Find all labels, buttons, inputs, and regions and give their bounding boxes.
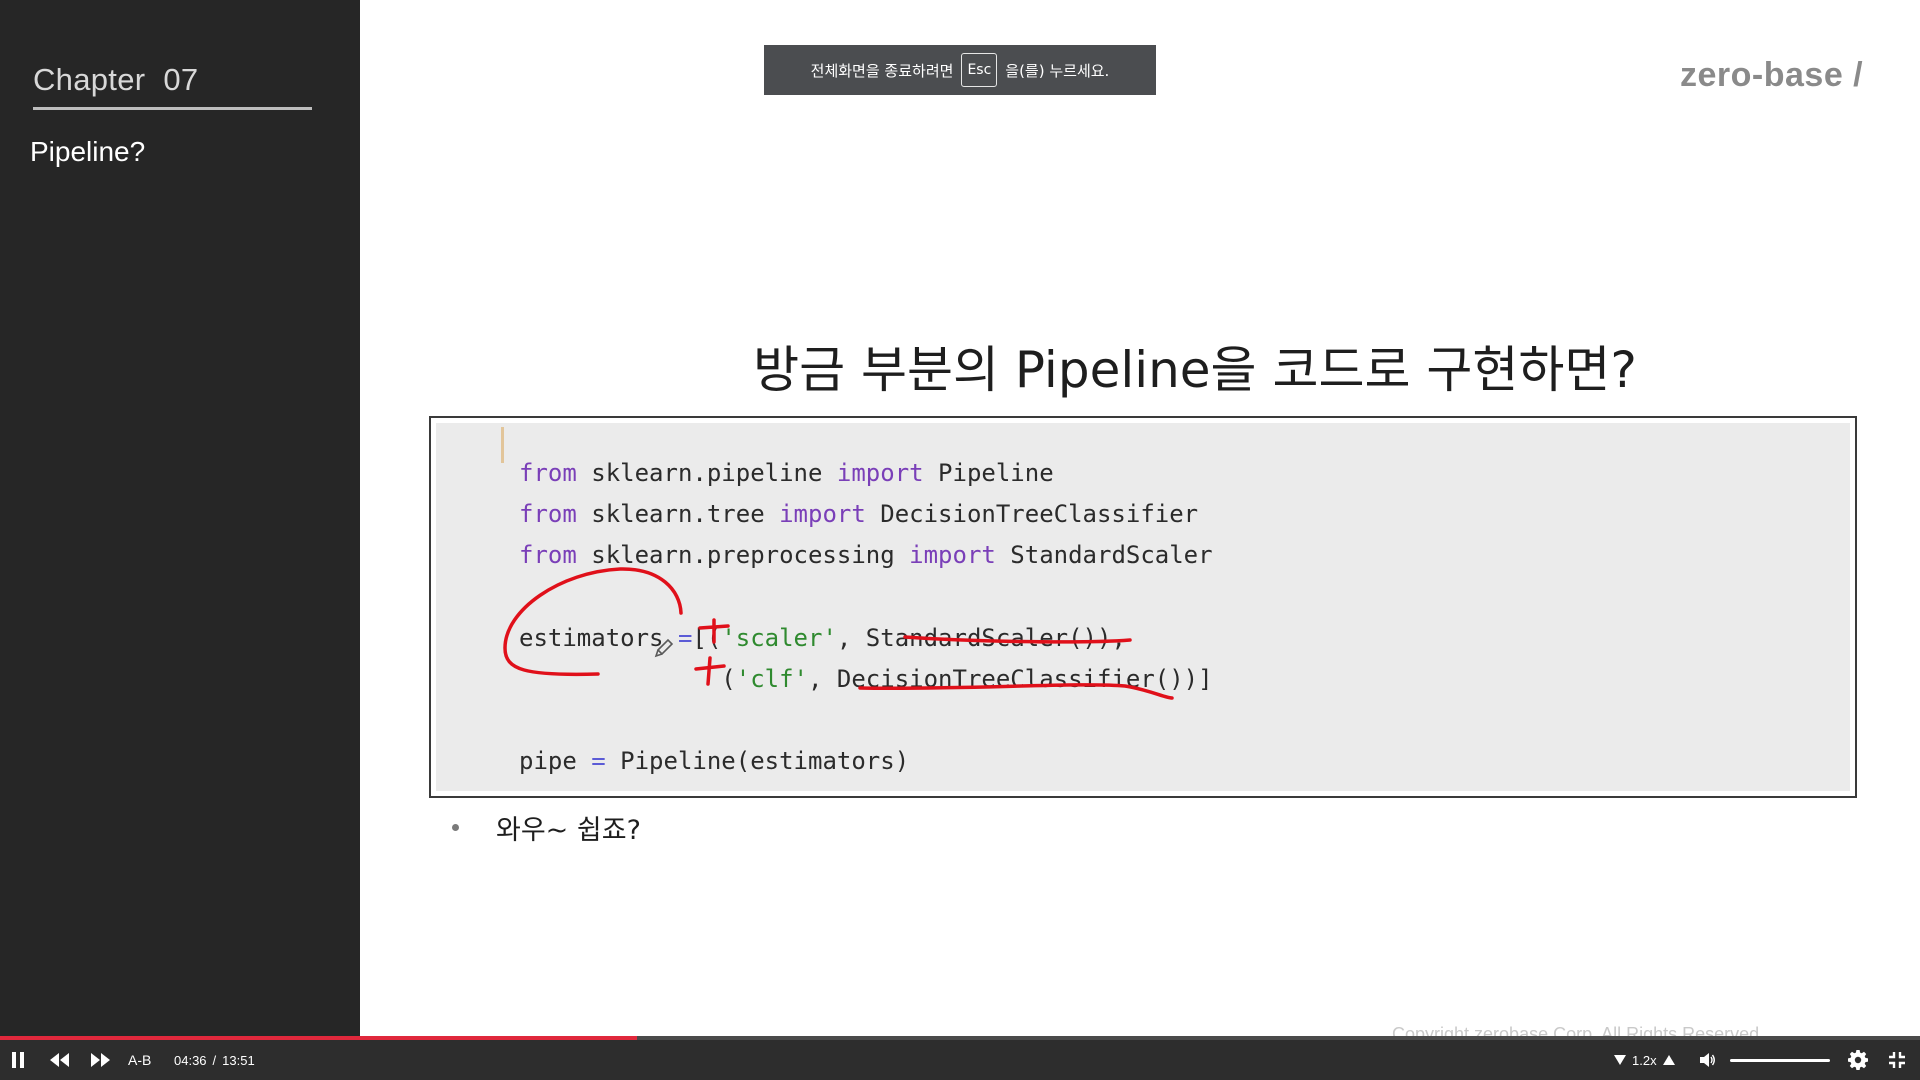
chapter-number: 07: [163, 62, 199, 97]
bullet-text: 와우~ 쉽죠?: [496, 815, 641, 846]
code-text: , StandardScaler()),: [836, 623, 1126, 652]
imported-name: DecisionTreeClassifier: [865, 500, 1199, 529]
speed-value: 1.2x: [1632, 1052, 1657, 1068]
duration: 13:51: [222, 1052, 255, 1068]
chapter-heading: Chapter 07: [33, 62, 198, 98]
operator: =: [591, 747, 606, 776]
slide-title-wrap: 방금 부분의 Pipeline을 코드로 구현하면?: [360, 330, 1920, 402]
chapter-label: Chapter: [33, 62, 146, 97]
string-literal: 'clf': [735, 665, 808, 694]
code-line-3: from sklearn.preprocessing import Standa…: [519, 541, 1213, 569]
bullet-marker: [452, 824, 459, 831]
esc-key-badge: Esc: [961, 53, 998, 87]
module-name: sklearn.tree: [576, 500, 780, 529]
pause-icon[interactable]: [12, 1040, 32, 1080]
chapter-divider: [33, 107, 312, 110]
operator: =: [677, 623, 693, 652]
imported-name: Pipeline: [923, 459, 1054, 487]
speed-up-icon[interactable]: [1662, 1055, 1675, 1065]
volume-level: [1730, 1058, 1830, 1062]
settings-gear-icon[interactable]: [1848, 1040, 1870, 1080]
toast-prefix: 전체화면을 종료하려면: [810, 61, 954, 80]
speed-down-icon[interactable]: [1614, 1055, 1626, 1065]
code-text: , DecisionTreeClassifier())]: [808, 665, 1213, 694]
keyword-from: from: [519, 541, 577, 570]
code-line-5: estimators =[('scaler', StandardScaler()…: [519, 624, 1126, 652]
current-time: 04:36: [174, 1052, 207, 1068]
code-panel: from sklearn.pipeline import Pipeline fr…: [429, 416, 1857, 798]
code-block: from sklearn.pipeline import Pipeline fr…: [519, 453, 1213, 783]
string-literal: 'scaler': [721, 623, 837, 652]
time-display: 04:36 / 13:51: [174, 1040, 255, 1080]
chapter-sidebar: Chapter 07 Pipeline?: [0, 0, 360, 1040]
keyword-from: from: [519, 500, 577, 529]
time-separator: /: [212, 1052, 217, 1068]
imported-name: StandardScaler: [995, 541, 1213, 570]
cell-cursor: [501, 427, 504, 463]
module-name: sklearn.pipeline: [576, 459, 837, 487]
toast-suffix: 을(를) 누르세요.: [1005, 61, 1110, 80]
code-text: Pipeline(estimators): [605, 747, 910, 776]
volume-slider[interactable]: [1730, 1040, 1830, 1080]
code-line-8: pipe = Pipeline(estimators): [519, 747, 909, 775]
code-line-2: from sklearn.tree import DecisionTreeCla…: [519, 500, 1198, 528]
keyword-from: from: [519, 459, 577, 487]
exit-fullscreen-icon[interactable]: [1888, 1040, 1908, 1080]
ab-repeat-button[interactable]: A-B: [128, 1040, 151, 1080]
speed-control: 1.2x: [1614, 1040, 1675, 1080]
keyword-import: import: [909, 541, 996, 570]
keyword-import: import: [779, 500, 866, 529]
slide-title: 방금 부분의 Pipeline을 코드로 구현하면?: [753, 341, 1637, 399]
volume-icon[interactable]: [1700, 1040, 1718, 1080]
rewind-icon[interactable]: [50, 1040, 70, 1080]
code-cell: from sklearn.pipeline import Pipeline fr…: [436, 423, 1850, 791]
code-text: estimators: [519, 623, 678, 652]
fullscreen-exit-toast: 전체화면을 종료하려면 Esc 을(를) 누르세요.: [764, 45, 1156, 95]
code-text: pipe: [519, 747, 592, 776]
section-title: Pipeline?: [30, 136, 146, 167]
code-line-1: from sklearn.pipeline import Pipeline: [519, 459, 1054, 487]
code-text: (: [519, 665, 736, 694]
module-name: sklearn.preprocessing: [576, 541, 910, 570]
fast-forward-icon[interactable]: [90, 1040, 110, 1080]
keyword-import: import: [836, 459, 924, 487]
code-text: [(: [692, 623, 722, 652]
brand-logo: zero-base /: [1680, 56, 1864, 94]
code-line-6: ('clf', DecisionTreeClassifier())]: [519, 665, 1213, 694]
player-controls: A-B 04:36 / 13:51 1.2x: [0, 1040, 1920, 1080]
